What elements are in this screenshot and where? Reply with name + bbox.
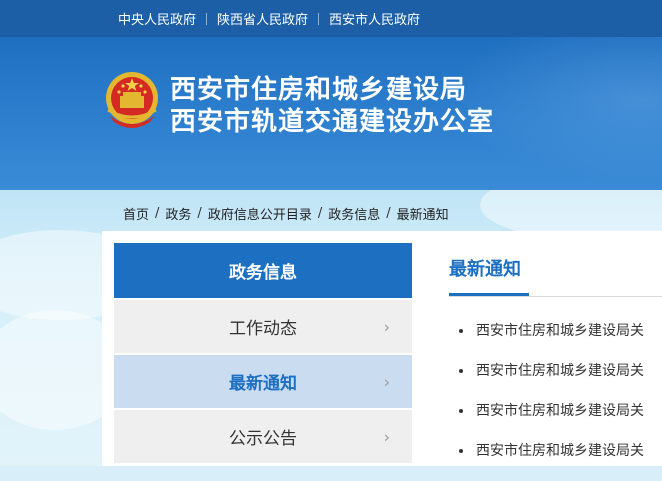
bullet-icon xyxy=(459,449,463,453)
sidebar: 政务信息 工作动态 › 最新通知 › 公示公告 › xyxy=(114,243,412,463)
breadcrumb-separator: / xyxy=(197,206,202,221)
breadcrumb-info-catalog[interactable]: 政府信息公开目录 xyxy=(208,204,312,223)
breadcrumb-current: 最新通知 xyxy=(396,208,449,223)
top-link-central-gov[interactable]: 中央人民政府 xyxy=(118,9,196,28)
sidebar-item-label: 公示公告 xyxy=(229,429,297,449)
sidebar-item-label: 最新通知 xyxy=(229,374,297,394)
site-title-line2: 西安市轨道交通建设办公室 xyxy=(170,107,495,137)
content-title-rule xyxy=(449,296,662,297)
bullet-icon xyxy=(459,409,463,413)
sidebar-item-label: 工作动态 xyxy=(229,319,297,339)
chevron-right-icon: › xyxy=(383,427,390,446)
site-title-line1: 西安市住房和城乡建设局 xyxy=(170,75,468,105)
header-banner: 西安市住房和城乡建设局 西安市轨道交通建设办公室 xyxy=(0,37,662,190)
bullet-icon xyxy=(459,369,463,373)
breadcrumb-home[interactable]: 首页 xyxy=(123,204,149,223)
breadcrumb-separator: / xyxy=(155,206,160,221)
top-link-shaanxi-gov[interactable]: 陕西省人民政府 xyxy=(217,9,308,28)
breadcrumb-gov-info[interactable]: 政务信息 xyxy=(328,204,380,223)
top-links: 中央人民政府 陕西省人民政府 西安市人民政府 xyxy=(118,9,420,28)
sidebar-heading: 政务信息 xyxy=(114,243,412,298)
news-item-title[interactable]: 西安市住房和城乡建设局关 xyxy=(476,361,644,381)
top-link-divider xyxy=(206,12,208,25)
chevron-right-icon: › xyxy=(383,317,390,336)
breadcrumb: 首页 / 政务 / 政府信息公开目录 / 政务信息 / 最新通知 xyxy=(123,204,449,223)
breadcrumb-separator: / xyxy=(386,206,391,221)
chevron-right-icon: › xyxy=(383,372,390,391)
national-emblem-icon xyxy=(106,72,158,128)
content-area: 最新通知 西安市住房和城乡建设局关 西安市住房和城乡建设局关 西安市住房和城乡建… xyxy=(433,243,662,466)
news-item-title[interactable]: 西安市住房和城乡建设局关 xyxy=(476,441,644,461)
breadcrumb-separator: / xyxy=(317,206,323,221)
bullet-icon xyxy=(459,329,463,333)
sidebar-item-work-news[interactable]: 工作动态 › xyxy=(114,300,412,353)
sidebar-item-public-announcement[interactable]: 公示公告 › xyxy=(114,410,412,463)
news-item-title[interactable]: 西安市住房和城乡建设局关 xyxy=(476,321,644,341)
sidebar-item-latest-notice[interactable]: 最新通知 › xyxy=(114,355,412,408)
top-link-divider xyxy=(318,12,320,25)
news-item-title[interactable]: 西安市住房和城乡建设局关 xyxy=(476,401,644,421)
top-link-xian-gov[interactable]: 西安市人民政府 xyxy=(329,9,420,28)
content-title: 最新通知 xyxy=(449,259,521,280)
site-title: 西安市住房和城乡建设局 西安市轨道交通建设办公室 xyxy=(170,74,494,138)
top-bar: 中央人民政府 陕西省人民政府 西安市人民政府 xyxy=(0,0,662,37)
breadcrumb-government[interactable]: 政务 xyxy=(165,204,191,223)
content-title-underline xyxy=(449,293,529,296)
